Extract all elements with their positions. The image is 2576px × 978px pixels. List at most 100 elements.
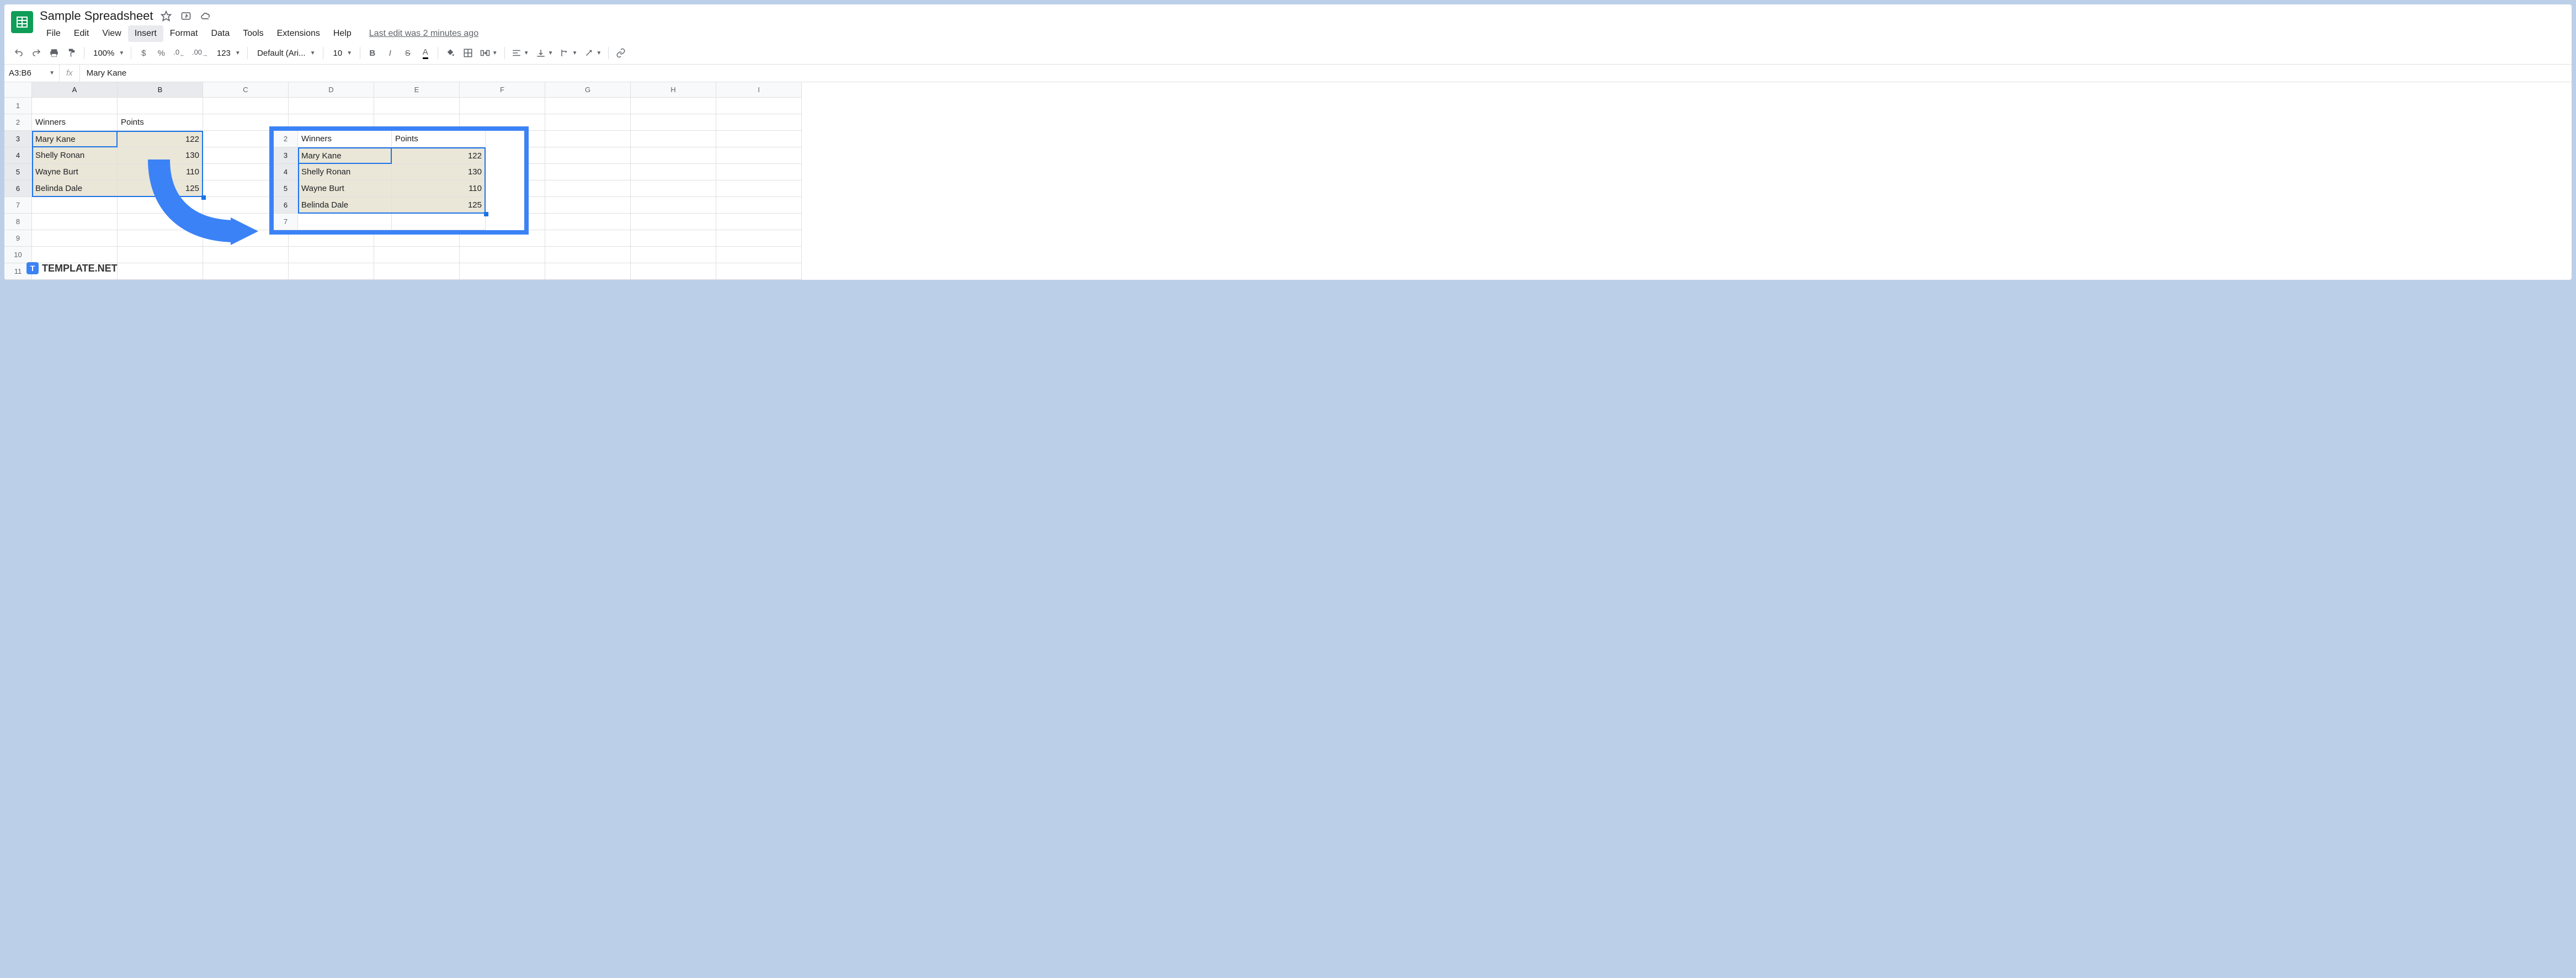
cell[interactable]: [716, 114, 802, 131]
cell[interactable]: [545, 164, 631, 180]
undo-button[interactable]: [11, 45, 26, 61]
font-size-select[interactable]: 10▼: [328, 45, 355, 61]
cell[interactable]: [32, 214, 118, 230]
cell[interactable]: [545, 131, 631, 147]
text-color-button[interactable]: A: [418, 45, 433, 61]
zoom-select[interactable]: 100%▼: [89, 45, 126, 61]
name-box[interactable]: A3:B6▼: [4, 65, 60, 82]
more-formats-button[interactable]: 123▼: [212, 45, 243, 61]
row-header[interactable]: 8: [4, 214, 32, 230]
row-header[interactable]: 2: [4, 114, 32, 131]
cell[interactable]: [716, 214, 802, 230]
formula-input[interactable]: Mary Kane: [80, 68, 2572, 78]
col-header-f[interactable]: F: [460, 82, 545, 98]
cell[interactable]: [118, 98, 203, 114]
cell[interactable]: [716, 147, 802, 164]
h-align-button[interactable]: ▼: [509, 45, 531, 61]
cell[interactable]: [545, 180, 631, 197]
cell[interactable]: [460, 263, 545, 280]
doc-title[interactable]: Sample Spreadsheet: [40, 9, 153, 23]
cell[interactable]: [716, 180, 802, 197]
cell[interactable]: [631, 180, 716, 197]
merge-button[interactable]: ▼: [478, 45, 500, 61]
cell[interactable]: [203, 263, 289, 280]
col-header-d[interactable]: D: [289, 82, 374, 98]
col-header-h[interactable]: H: [631, 82, 716, 98]
sheets-logo[interactable]: [11, 11, 33, 33]
cell[interactable]: Wayne Burt: [32, 164, 118, 180]
wrap-button[interactable]: ▼: [558, 45, 580, 61]
menu-extensions[interactable]: Extensions: [270, 25, 327, 42]
col-header-b[interactable]: B: [118, 82, 203, 98]
cell[interactable]: [631, 164, 716, 180]
cell[interactable]: Winners: [32, 114, 118, 131]
cell[interactable]: [374, 263, 460, 280]
menu-insert[interactable]: Insert: [128, 25, 163, 42]
cell[interactable]: [374, 247, 460, 263]
row-header[interactable]: 6: [4, 180, 32, 197]
cell[interactable]: [716, 197, 802, 214]
row-header[interactable]: 5: [4, 164, 32, 180]
cell[interactable]: [716, 164, 802, 180]
cell[interactable]: [289, 247, 374, 263]
bold-button[interactable]: B: [365, 45, 380, 61]
cloud-icon[interactable]: [199, 9, 212, 23]
fill-color-button[interactable]: [443, 45, 458, 61]
cell[interactable]: [460, 98, 545, 114]
italic-button[interactable]: I: [382, 45, 398, 61]
cell[interactable]: [545, 147, 631, 164]
cell[interactable]: [32, 230, 118, 247]
cell[interactable]: [545, 98, 631, 114]
cell[interactable]: [545, 263, 631, 280]
cell[interactable]: [289, 98, 374, 114]
paint-format-button[interactable]: [64, 45, 79, 61]
cell[interactable]: [118, 263, 203, 280]
col-header-e[interactable]: E: [374, 82, 460, 98]
row-header[interactable]: 9: [4, 230, 32, 247]
move-icon[interactable]: [179, 9, 193, 23]
cell[interactable]: [32, 247, 118, 263]
cell[interactable]: [631, 197, 716, 214]
cell[interactable]: [631, 98, 716, 114]
link-button[interactable]: [613, 45, 629, 61]
cell[interactable]: [631, 263, 716, 280]
currency-button[interactable]: $: [136, 45, 151, 61]
cell[interactable]: [203, 98, 289, 114]
last-edit-link[interactable]: Last edit was 2 minutes ago: [369, 29, 478, 39]
menu-tools[interactable]: Tools: [236, 25, 270, 42]
menu-file[interactable]: File: [40, 25, 67, 42]
cell[interactable]: Mary Kane: [32, 131, 118, 147]
cell[interactable]: [631, 131, 716, 147]
borders-button[interactable]: [460, 45, 476, 61]
cell[interactable]: [545, 230, 631, 247]
percent-button[interactable]: %: [153, 45, 169, 61]
cell[interactable]: [545, 247, 631, 263]
strikethrough-button[interactable]: S: [400, 45, 416, 61]
cell[interactable]: [374, 98, 460, 114]
cell[interactable]: [716, 98, 802, 114]
cell[interactable]: [545, 197, 631, 214]
cell[interactable]: [32, 98, 118, 114]
redo-button[interactable]: [29, 45, 44, 61]
star-icon[interactable]: [159, 9, 173, 23]
cell[interactable]: [32, 197, 118, 214]
cell[interactable]: [716, 263, 802, 280]
cell[interactable]: [631, 247, 716, 263]
cell[interactable]: [716, 247, 802, 263]
cell[interactable]: [631, 230, 716, 247]
row-header[interactable]: 7: [4, 197, 32, 214]
cell[interactable]: Shelly Ronan: [32, 147, 118, 164]
spreadsheet-grid[interactable]: A B C D E F G H I 1 2WinnersPoints 3Mary…: [4, 82, 2572, 280]
row-header[interactable]: 1: [4, 98, 32, 114]
col-header-g[interactable]: G: [545, 82, 631, 98]
decrease-decimal-button[interactable]: .0←: [171, 45, 188, 61]
print-button[interactable]: [46, 45, 62, 61]
cell[interactable]: [631, 147, 716, 164]
menu-edit[interactable]: Edit: [67, 25, 96, 42]
rotate-button[interactable]: ▼: [582, 45, 604, 61]
cell[interactable]: [545, 214, 631, 230]
cell[interactable]: [716, 131, 802, 147]
col-header-i[interactable]: I: [716, 82, 802, 98]
row-header[interactable]: 3: [4, 131, 32, 147]
cell[interactable]: [545, 114, 631, 131]
